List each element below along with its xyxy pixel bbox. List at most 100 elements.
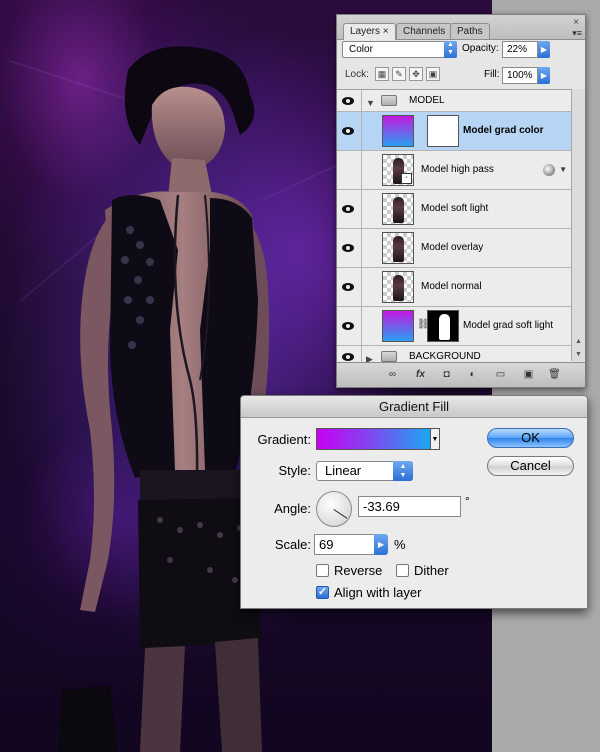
gradient-picker-arrow-icon[interactable]: ▼ xyxy=(431,428,440,450)
folder-icon xyxy=(381,95,397,106)
layers-panel: Layers × Channels Paths × ▾≡ Color ▲ ▼ Op… xyxy=(336,14,586,388)
fill-slider-arrow-icon[interactable]: ▶ xyxy=(538,67,550,84)
separator xyxy=(361,229,362,267)
gradient-label: Gradient: xyxy=(257,432,311,447)
panel-tabs: Layers × Channels Paths × ▾≡ xyxy=(337,15,585,40)
tab-layers[interactable]: Layers × xyxy=(343,23,396,40)
lock-image-brush-icon[interactable]: ✎ xyxy=(392,67,406,81)
separator xyxy=(361,307,362,345)
fill-input[interactable]: 100% xyxy=(502,67,538,84)
layer-name: Model grad soft light xyxy=(463,320,554,331)
new-layer-icon[interactable]: ▣ xyxy=(521,368,536,381)
layer-model-grad-color[interactable]: Model grad color xyxy=(337,112,571,151)
layer-model-high-pass[interactable]: ▫ Model high pass ▼ xyxy=(337,151,571,190)
updown-arrows-icon: ▲ ▼ xyxy=(393,461,413,481)
visibility-eye-icon[interactable] xyxy=(340,126,356,136)
scale-input[interactable]: 69 xyxy=(314,534,377,555)
align-with-layer-label: Align with layer xyxy=(334,585,422,600)
panel-menu-icon[interactable]: ▾≡ xyxy=(572,28,582,39)
separator xyxy=(361,268,362,306)
fx-icon[interactable]: fx xyxy=(413,368,428,381)
dialog-title: Gradient Fill xyxy=(241,396,587,418)
layers-list: ▼ MODEL Model grad color ▫ Model high pa… xyxy=(337,89,571,368)
angle-label: Angle: xyxy=(274,501,311,516)
layer-name: Model grad color xyxy=(463,125,544,136)
smart-filter-icon[interactable] xyxy=(543,164,555,176)
folder-icon xyxy=(381,351,397,362)
style-value: Linear xyxy=(325,463,362,478)
style-select[interactable]: Linear ▲ ▼ xyxy=(316,461,413,481)
scroll-up-arrow-icon[interactable]: ▲ xyxy=(572,335,585,348)
separator xyxy=(361,112,362,150)
dither-checkbox[interactable] xyxy=(396,564,409,577)
tab-close-icon[interactable]: × xyxy=(383,26,389,37)
layers-scrollbar[interactable]: ▲ ▼ xyxy=(571,89,585,361)
tab-label: Paths xyxy=(457,26,483,37)
layer-thumbnail[interactable] xyxy=(382,271,414,303)
lock-row: Lock: ▦ ✎ ✥ ▣ Fill: 100% ▶ xyxy=(342,65,580,85)
tab-channels[interactable]: Channels xyxy=(396,23,453,39)
gradient-thumbnail[interactable] xyxy=(382,115,414,147)
layer-thumbnail[interactable] xyxy=(382,232,414,264)
blend-mode-select[interactable]: Color ▲ ▼ xyxy=(342,41,457,58)
layer-mask-thumbnail[interactable] xyxy=(427,310,459,342)
separator xyxy=(361,190,362,228)
lock-position-move-icon[interactable]: ✥ xyxy=(409,67,423,81)
opacity-label: Opacity: xyxy=(462,43,499,54)
layer-thumbnail[interactable]: ▫ xyxy=(382,154,414,186)
lock-label: Lock: xyxy=(345,69,369,80)
layer-model-overlay[interactable]: Model overlay xyxy=(337,229,571,268)
cancel-button[interactable]: Cancel xyxy=(487,456,574,476)
layer-model-normal[interactable]: Model normal xyxy=(337,268,571,307)
trash-icon[interactable]: 🗑 xyxy=(547,368,562,381)
gradient-thumbnail[interactable] xyxy=(382,310,414,342)
layer-group-model[interactable]: ▼ MODEL xyxy=(337,90,571,112)
layer-model-grad-soft-light[interactable]: ⛓ Model grad soft light xyxy=(337,307,571,346)
layer-name: Model soft light xyxy=(421,203,489,214)
panel-close-icon[interactable]: × xyxy=(573,17,579,28)
tab-paths[interactable]: Paths xyxy=(450,23,490,39)
tab-label: Channels xyxy=(403,26,446,37)
visibility-eye-icon[interactable] xyxy=(340,321,356,331)
separator xyxy=(361,90,362,111)
layer-name: Model overlay xyxy=(421,242,484,253)
ok-button[interactable]: OK xyxy=(487,428,574,448)
degree-symbol: ° xyxy=(465,494,470,508)
lock-all-padlock-icon[interactable]: ▣ xyxy=(426,67,440,81)
style-label: Style: xyxy=(278,463,311,478)
lock-transparent-icon[interactable]: ▦ xyxy=(375,67,389,81)
layer-mask-thumbnail[interactable] xyxy=(427,115,459,147)
align-with-layer-checkbox[interactable]: ✓ xyxy=(316,586,329,599)
link-layers-icon[interactable]: ∞ xyxy=(385,368,400,381)
panel-bottom-toolbar: ∞ fx ◘ ◐ ▭ ▣ 🗑 xyxy=(337,362,585,387)
layer-name: Model high pass xyxy=(421,164,494,175)
opacity-slider-arrow-icon[interactable]: ▶ xyxy=(538,41,550,58)
gradient-swatch[interactable] xyxy=(316,428,431,450)
layer-thumbnail[interactable] xyxy=(382,193,414,225)
scale-label: Scale: xyxy=(274,537,311,552)
add-mask-icon[interactable]: ◘ xyxy=(439,368,454,381)
visibility-eye-icon[interactable] xyxy=(340,204,356,214)
visibility-eye-icon[interactable] xyxy=(340,282,356,292)
visibility-eye-icon[interactable] xyxy=(340,243,356,253)
fill-label: Fill: xyxy=(484,69,500,80)
scroll-down-arrow-icon[interactable]: ▼ xyxy=(572,348,585,361)
adjustment-layer-icon[interactable]: ◐ xyxy=(465,368,480,381)
tab-label: Layers xyxy=(350,26,381,37)
new-group-icon[interactable]: ▭ xyxy=(493,368,508,381)
opacity-input[interactable]: 22% xyxy=(502,41,538,58)
expanded-triangle-icon[interactable]: ▼ xyxy=(366,98,375,108)
angle-input[interactable]: -33.69 xyxy=(358,496,461,517)
dither-label: Dither xyxy=(414,563,449,578)
blend-mode-value: Color xyxy=(349,44,373,55)
expand-arrow-icon[interactable]: ▼ xyxy=(559,165,567,174)
layer-name: MODEL xyxy=(409,95,445,106)
scale-slider-arrow-icon[interactable]: ▶ xyxy=(374,534,388,555)
angle-dial[interactable] xyxy=(316,491,352,527)
layer-model-soft-light[interactable]: Model soft light xyxy=(337,190,571,229)
reverse-checkbox[interactable] xyxy=(316,564,329,577)
gradient-fill-dialog: Gradient Fill Gradient: ▼ Style: Linear … xyxy=(240,395,588,609)
visibility-eye-icon[interactable] xyxy=(340,96,356,106)
blend-row: Color ▲ ▼ Opacity: 22% ▶ xyxy=(342,41,580,61)
visibility-eye-icon[interactable] xyxy=(340,352,356,362)
